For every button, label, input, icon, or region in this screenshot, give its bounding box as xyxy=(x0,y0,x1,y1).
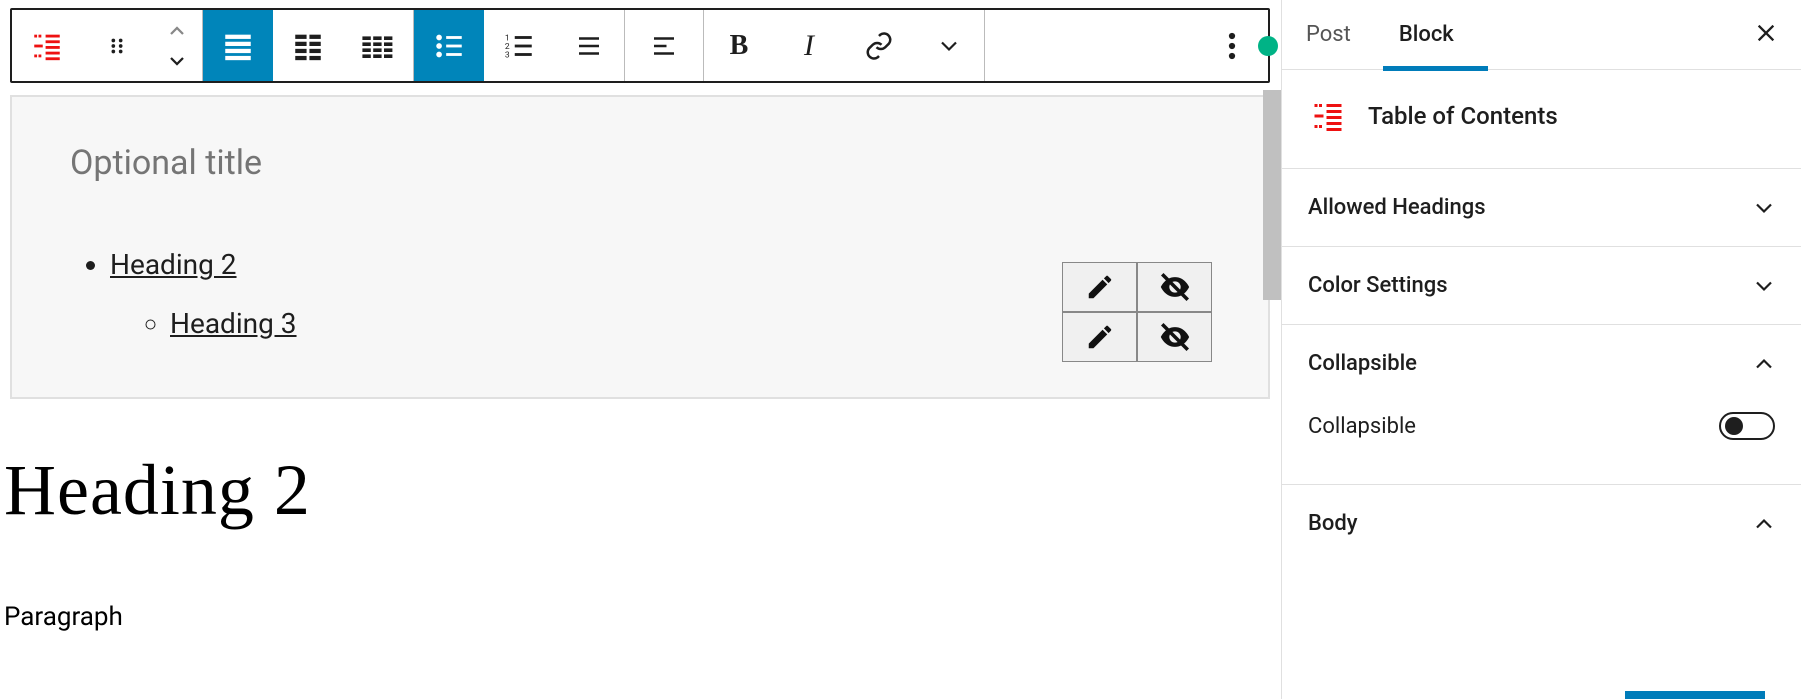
collapsible-panel-body: Collapsible xyxy=(1282,402,1801,485)
bold-button[interactable]: B xyxy=(704,10,774,81)
scrollbar-thumb[interactable] xyxy=(1263,90,1281,300)
columns-1-button[interactable] xyxy=(203,10,273,81)
numbered-list-button[interactable]: 123 xyxy=(484,10,554,81)
tab-post[interactable]: Post xyxy=(1302,0,1355,70)
block-card: Table of Contents xyxy=(1282,70,1801,169)
toc-item: Heading 2 Heading 3 xyxy=(110,243,1210,347)
chevron-down-icon[interactable] xyxy=(168,55,186,67)
move-arrows[interactable] xyxy=(152,10,202,81)
columns-2-button[interactable] xyxy=(273,10,343,81)
chevron-down-icon xyxy=(1753,279,1775,293)
sidebar-tabs: Post Block xyxy=(1282,0,1801,70)
editor-canvas: 123 B I Opti xyxy=(0,0,1280,699)
toc-link[interactable]: Heading 2 xyxy=(110,248,237,281)
italic-button[interactable]: I xyxy=(774,10,844,81)
drag-handle[interactable] xyxy=(82,10,152,81)
collab-indicator xyxy=(1258,36,1278,56)
toc-item-actions xyxy=(1062,262,1212,362)
toc-block[interactable]: Optional title Heading 2 Heading 3 xyxy=(10,95,1270,399)
close-sidebar-button[interactable] xyxy=(1751,13,1781,56)
panel-allowed-headings[interactable]: Allowed Headings xyxy=(1282,169,1801,247)
close-icon xyxy=(1755,22,1777,44)
chevron-up-icon[interactable] xyxy=(168,25,186,37)
paragraph[interactable]: Paragraph xyxy=(4,602,1280,632)
hide-item-button[interactable] xyxy=(1137,262,1212,312)
toc-title-input[interactable]: Optional title xyxy=(70,143,1210,183)
columns-3-button[interactable] xyxy=(343,10,413,81)
svg-text:3: 3 xyxy=(505,50,510,60)
toc-link[interactable]: Heading 3 xyxy=(170,307,297,340)
edit-item-button[interactable] xyxy=(1062,312,1137,362)
chevron-up-icon xyxy=(1753,517,1775,531)
collapsible-toggle[interactable] xyxy=(1719,412,1775,440)
block-title: Table of Contents xyxy=(1368,102,1558,130)
panel-body-section[interactable]: Body xyxy=(1282,485,1801,562)
toc-item: Heading 3 xyxy=(170,302,1210,347)
text-align-button[interactable] xyxy=(625,10,703,81)
panel-collapsible[interactable]: Collapsible xyxy=(1282,325,1801,402)
edit-item-button[interactable] xyxy=(1062,262,1137,312)
block-type-button[interactable] xyxy=(12,10,82,81)
toc-icon xyxy=(1310,98,1346,134)
plain-list-button[interactable] xyxy=(554,10,624,81)
more-inline-button[interactable] xyxy=(914,10,984,81)
tab-block[interactable]: Block xyxy=(1395,0,1458,70)
settings-sidebar: Post Block Table of Contents Allowed Hea… xyxy=(1281,0,1801,699)
heading-2[interactable]: Heading 2 xyxy=(4,449,1280,532)
body-option-highlight xyxy=(1625,691,1765,699)
chevron-up-icon xyxy=(1753,357,1775,371)
block-toolbar: 123 B I xyxy=(10,8,1270,83)
collapsible-toggle-label: Collapsible xyxy=(1308,414,1416,439)
hide-item-button[interactable] xyxy=(1137,312,1212,362)
panel-color-settings[interactable]: Color Settings xyxy=(1282,247,1801,325)
bullet-list-button[interactable] xyxy=(414,10,484,81)
toc-list: Heading 2 Heading 3 xyxy=(70,243,1210,347)
chevron-down-icon xyxy=(1753,201,1775,215)
link-button[interactable] xyxy=(844,10,914,81)
